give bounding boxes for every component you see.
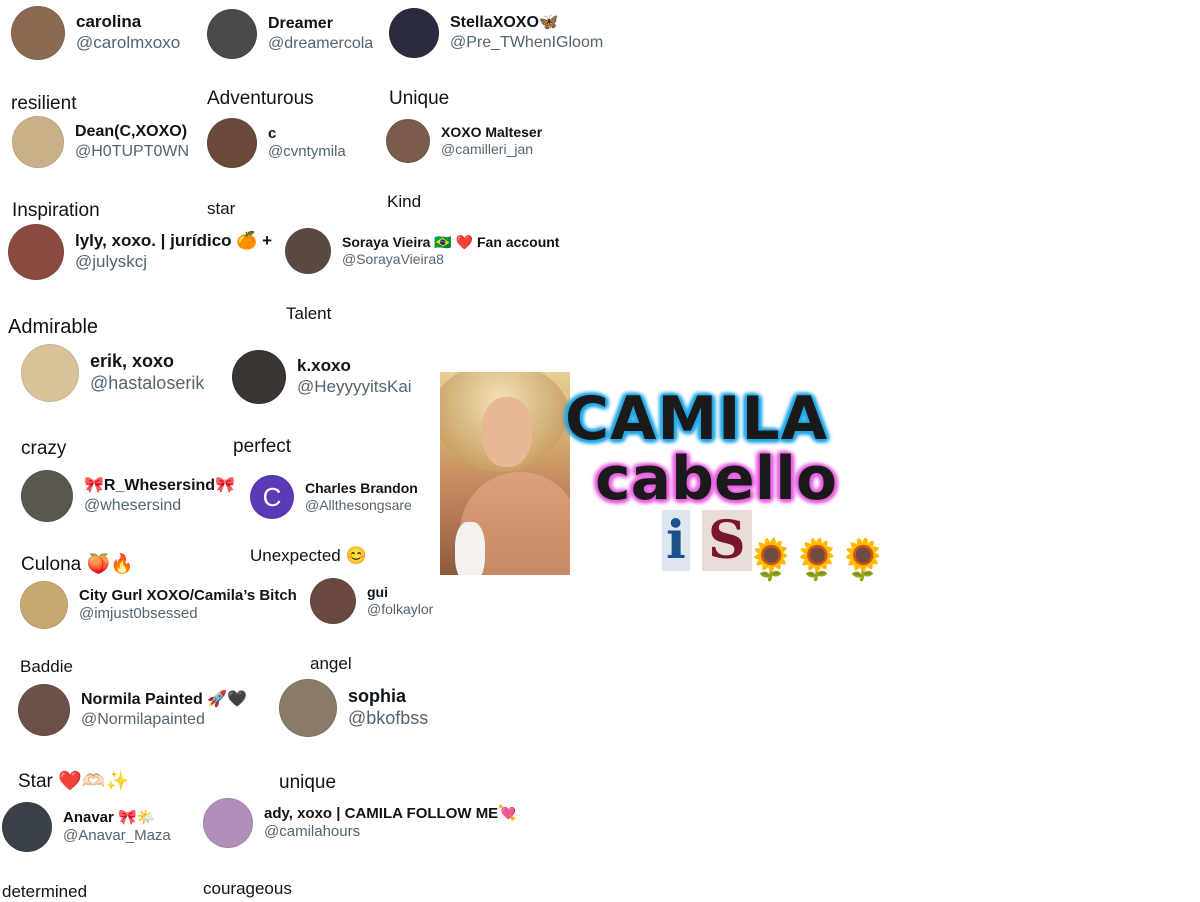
avatar[interactable] xyxy=(12,116,64,168)
handle: @Allthesongsare xyxy=(305,497,412,513)
profile-card[interactable]: carolina @carolmxoxo xyxy=(11,6,180,60)
handle: @imjust0bsessed xyxy=(79,605,198,622)
display-name: City Gurl XOXO/Camila’s Bitch xyxy=(79,586,297,604)
word-label: crazy xyxy=(21,438,67,459)
word-label: star xyxy=(207,199,236,218)
display-name: sophia xyxy=(348,686,407,707)
handle: @julyskcj xyxy=(75,252,148,271)
avatar[interactable] xyxy=(207,9,257,59)
handle: @cvntymila xyxy=(268,143,346,160)
handle: @whesersind xyxy=(84,497,182,514)
display-name: carolina xyxy=(76,12,142,32)
avatar[interactable] xyxy=(20,581,68,629)
avatar[interactable] xyxy=(386,119,430,163)
handle: @Anavar_Maza xyxy=(63,827,171,844)
word-label: Kind xyxy=(387,192,422,211)
profile-card[interactable]: c @cvntymila xyxy=(207,118,346,168)
profile-card[interactable]: Anavar 🎀🌤️ @Anavar_Maza xyxy=(2,802,171,852)
word-label: determined xyxy=(2,882,88,901)
sunflower-icon: 🌻 xyxy=(838,538,888,582)
profile-card[interactable]: erik, xoxo @hastaloserik xyxy=(21,344,204,402)
word-label: Adventurous xyxy=(207,88,314,109)
handle: @SorayaVieira8 xyxy=(342,251,444,267)
handle: @hastaloserik xyxy=(90,373,205,393)
word-label: Inspiration xyxy=(12,200,100,221)
word-label: resilient xyxy=(11,93,77,114)
profile-card[interactable]: C Charles Brandon @Allthesongsare xyxy=(250,475,418,519)
handle: @camilleri_jan xyxy=(441,141,534,157)
avatar[interactable] xyxy=(203,798,253,848)
display-name: Anavar 🎀🌤️ xyxy=(63,808,156,826)
profile-card[interactable]: gui @folkaylor xyxy=(310,578,433,624)
word-label: Culona 🍑🔥 xyxy=(21,554,134,575)
avatar[interactable] xyxy=(8,224,64,280)
display-name: lyly, xoxo. | jurídico 🍊 + xyxy=(75,231,273,251)
word-label: Unique xyxy=(389,88,450,109)
profile-card[interactable]: Dean(C,XOXO) @H0TUPT0WN xyxy=(12,116,189,168)
handle: @folkaylor xyxy=(367,601,434,617)
handle: @Normilapainted xyxy=(81,711,205,728)
avatar[interactable] xyxy=(207,118,257,168)
display-name: k.xoxo xyxy=(297,356,351,376)
display-name: Dreamer xyxy=(268,15,333,33)
display-name: StellaXOXO🦋 xyxy=(450,14,559,32)
word-label: courageous xyxy=(203,879,292,898)
word-label: Admirable xyxy=(8,316,99,338)
word-label: unique xyxy=(279,772,337,793)
cutout-letter-i: i xyxy=(662,510,690,571)
display-name: erik, xoxo xyxy=(90,351,175,372)
display-name: Dean(C,XOXO) xyxy=(75,123,188,141)
profile-card[interactable]: Normila Painted 🚀🖤 @Normilapainted xyxy=(18,684,247,736)
handle: @bkofbss xyxy=(348,708,429,728)
profile-card[interactable]: Dreamer @dreamercola xyxy=(207,9,373,59)
profile-card[interactable]: StellaXOXO🦋 @Pre_TWhenIGloom xyxy=(389,8,603,58)
display-name: Charles Brandon xyxy=(305,479,418,496)
word-label: Star ❤️🫶🏻✨ xyxy=(18,771,130,792)
word-label: Talent xyxy=(286,304,332,323)
display-name: 🎀R_Whesersind🎀 xyxy=(84,477,235,495)
handle: @Pre_TWhenIGloom xyxy=(450,34,604,51)
cutout-letter-s: S xyxy=(702,510,752,571)
profile-card[interactable]: XOXO Malteser @camilleri_jan xyxy=(386,119,542,163)
display-name: XOXO Malteser xyxy=(441,123,543,140)
handle: @dreamercola xyxy=(268,35,374,52)
display-name: Normila Painted 🚀🖤 xyxy=(81,691,248,709)
word-label: Baddie xyxy=(20,657,73,676)
display-name: ady, xoxo | CAMILA FOLLOW ME💘 xyxy=(264,804,517,822)
avatar[interactable] xyxy=(21,470,73,522)
sunflower-icon: 🌻 xyxy=(746,538,796,582)
avatar[interactable] xyxy=(279,679,337,737)
word-label: perfect xyxy=(233,436,292,457)
avatar[interactable] xyxy=(11,6,65,60)
handle: @carolmxoxo xyxy=(76,33,181,52)
camila-cabello-graphic: CAMILA cabello i S 🌻 🌻 🌻 xyxy=(440,370,900,585)
word-label: Unexpected 😊 xyxy=(250,546,367,565)
avatar[interactable] xyxy=(232,350,286,404)
display-name: c xyxy=(268,124,277,142)
avatar[interactable] xyxy=(21,344,79,402)
profile-card[interactable]: k.xoxo @HeyyyyitsKai xyxy=(232,350,412,404)
handle: @camilahours xyxy=(264,823,361,840)
profile-card[interactable]: Soraya Vieira 🇧🇷 ❤️ Fan account @SorayaV… xyxy=(285,228,559,274)
avatar[interactable] xyxy=(310,578,356,624)
avatar[interactable] xyxy=(389,8,439,58)
display-name: Soraya Vieira 🇧🇷 ❤️ Fan account xyxy=(342,233,560,250)
singer-photo xyxy=(440,372,570,575)
profile-card[interactable]: lyly, xoxo. | jurídico 🍊 + @julyskcj xyxy=(8,224,272,280)
avatar[interactable] xyxy=(2,802,52,852)
handle: @HeyyyyitsKai xyxy=(297,377,412,396)
profile-card[interactable]: 🎀R_Whesersind🎀 @whesersind xyxy=(21,470,235,522)
avatar[interactable] xyxy=(18,684,70,736)
avatar[interactable]: C xyxy=(250,475,294,519)
profile-card[interactable]: sophia @bkofbss xyxy=(279,679,428,737)
sunflower-icon: 🌻 xyxy=(792,538,842,582)
avatar[interactable] xyxy=(285,228,331,274)
profile-card[interactable]: ady, xoxo | CAMILA FOLLOW ME💘 @camilahou… xyxy=(203,798,517,848)
profile-card[interactable]: City Gurl XOXO/Camila’s Bitch @imjust0bs… xyxy=(20,581,297,629)
title-cabello: cabello xyxy=(595,444,838,514)
handle: @H0TUPT0WN xyxy=(75,143,190,160)
display-name: gui xyxy=(367,583,388,600)
word-label: angel xyxy=(310,654,352,673)
